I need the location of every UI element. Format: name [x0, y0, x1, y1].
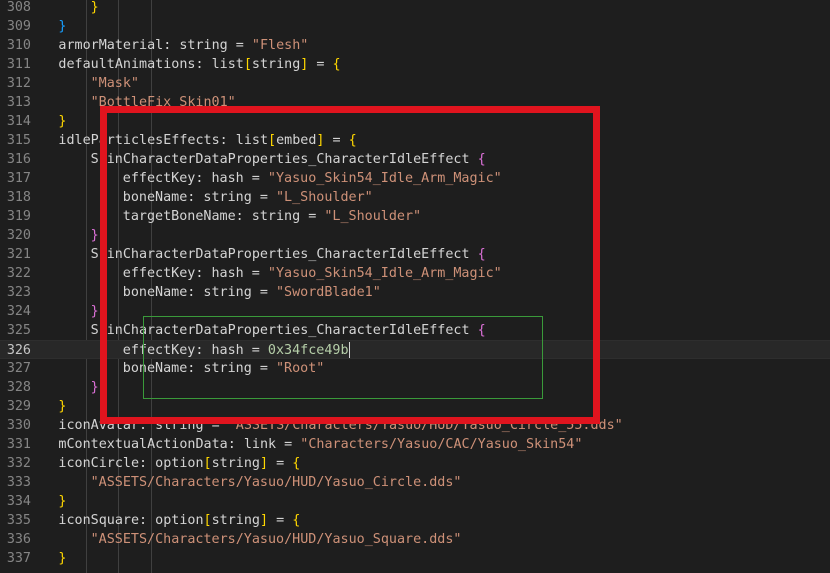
code-token: =: [268, 513, 293, 528]
code-line[interactable]: 333 "ASSETS/Characters/Yasuo/HUD/Yasuo_Ci…: [0, 473, 830, 492]
line-number: 329: [6, 399, 31, 414]
code-token: }: [58, 399, 67, 414]
code-token: string: [251, 57, 301, 72]
code-token: [: [203, 456, 212, 471]
line-number: 309: [6, 19, 31, 34]
code-token: }: [58, 19, 67, 34]
line-number: 316: [6, 152, 31, 167]
line-number: 324: [6, 304, 31, 319]
code-text: }: [91, 302, 99, 321]
line-number: 315: [6, 133, 31, 148]
code-token: string: [211, 456, 260, 471]
line-number: 322: [6, 266, 31, 281]
line-number: 337: [6, 551, 31, 566]
line-number: 320: [6, 228, 31, 243]
code-token: =: [268, 456, 293, 471]
line-number: 314: [6, 114, 31, 129]
code-text: }: [58, 549, 66, 568]
code-line[interactable]: 312 "Mask": [0, 74, 830, 93]
code-line[interactable]: 309}: [0, 17, 830, 36]
code-token: [: [243, 57, 252, 72]
code-token: : string =: [163, 38, 252, 53]
code-token: }: [90, 228, 99, 243]
code-token: ]: [259, 513, 269, 528]
line-number: 317: [6, 171, 31, 186]
code-text: }: [58, 397, 66, 416]
code-token: defaultAnimations: [58, 57, 196, 72]
line-number: 310: [6, 38, 31, 53]
code-text: }: [91, 378, 99, 397]
line-number: 334: [6, 494, 31, 509]
code-token: {: [292, 456, 301, 471]
line-number: 318: [6, 190, 31, 205]
line-number: 336: [6, 532, 31, 547]
line-number: 331: [6, 437, 31, 452]
bracket-match-box: [143, 316, 543, 399]
code-token: : option: [139, 456, 204, 471]
code-token: }: [58, 551, 67, 566]
line-number: 325: [6, 323, 31, 338]
code-line[interactable]: 336 "ASSETS/Characters/Yasuo/HUD/Yasuo_Sq…: [0, 530, 830, 549]
code-token: : list: [195, 57, 244, 72]
code-token: "Mask": [90, 76, 139, 91]
code-line[interactable]: 335 iconSquare: option[string] = {: [0, 511, 830, 530]
code-token: "ASSETS/Characters/Yasuo/HUD/Yasuo_Circl…: [90, 475, 462, 490]
code-token: [: [203, 513, 212, 528]
line-number: 308: [6, 0, 31, 15]
line-number: 323: [6, 285, 31, 300]
line-number: 312: [6, 76, 31, 91]
code-text: "ASSETS/Characters/Yasuo/HUD/Yasuo_Circl…: [91, 473, 462, 492]
code-token: }: [90, 304, 99, 319]
code-token: iconCircle: [58, 456, 140, 471]
line-number: 332: [6, 456, 31, 471]
line-number: 313: [6, 95, 31, 110]
code-line[interactable]: 308}: [0, 0, 830, 17]
code-token: mContextualActionData: [58, 437, 228, 452]
code-text: iconSquare: option[string] = {: [58, 511, 300, 530]
code-token: iconSquare: [58, 513, 140, 528]
code-text: }: [58, 17, 66, 36]
code-text: }: [91, 0, 99, 17]
code-line[interactable]: 332 iconCircle: option[string] = {: [0, 454, 830, 473]
code-token: : link =: [227, 437, 301, 452]
code-text: }: [58, 492, 66, 511]
code-token: "ASSETS/Characters/Yasuo/HUD/Yasuo_Squar…: [90, 532, 462, 547]
code-text: }: [58, 112, 66, 131]
code-token: string: [211, 513, 260, 528]
code-token: {: [332, 57, 341, 72]
code-line[interactable]: 311 defaultAnimations: list[string] = {: [0, 55, 830, 74]
code-token: }: [58, 494, 67, 509]
code-text: armorMaterial: string = "Flesh": [58, 36, 308, 55]
code-token: armorMaterial: [58, 38, 164, 53]
code-text: iconCircle: option[string] = {: [58, 454, 300, 473]
line-number: 327: [6, 361, 31, 376]
code-token: "Flesh": [251, 38, 309, 53]
line-number: 330: [6, 418, 31, 433]
code-token: }: [58, 114, 67, 129]
code-token: }: [90, 0, 99, 15]
line-number: 333: [6, 475, 31, 490]
code-text: defaultAnimations: list[string] = {: [58, 55, 340, 74]
line-number: 328: [6, 380, 31, 395]
code-line[interactable]: 310 armorMaterial: string = "Flesh": [0, 36, 830, 55]
code-token: =: [308, 57, 333, 72]
code-text: "ASSETS/Characters/Yasuo/HUD/Yasuo_Squar…: [91, 530, 462, 549]
line-number: 335: [6, 513, 31, 528]
line-number: 319: [6, 209, 31, 224]
code-token: "Characters/Yasuo/CAC/Yasuo_Skin54": [300, 437, 583, 452]
code-token: : option: [139, 513, 204, 528]
code-line[interactable]: 331 mContextualActionData: link = "Charac…: [0, 435, 830, 454]
code-text: }: [91, 226, 99, 245]
code-line[interactable]: 334}: [0, 492, 830, 511]
line-number: 311: [6, 57, 31, 72]
code-token: {: [292, 513, 301, 528]
code-token: }: [90, 380, 99, 395]
line-number: 321: [6, 247, 31, 262]
code-text: "Mask": [91, 74, 139, 93]
line-number: 326: [6, 343, 31, 358]
code-token: ]: [259, 456, 269, 471]
code-line[interactable]: 337}: [0, 549, 830, 568]
code-text: mContextualActionData: link = "Character…: [58, 435, 582, 454]
